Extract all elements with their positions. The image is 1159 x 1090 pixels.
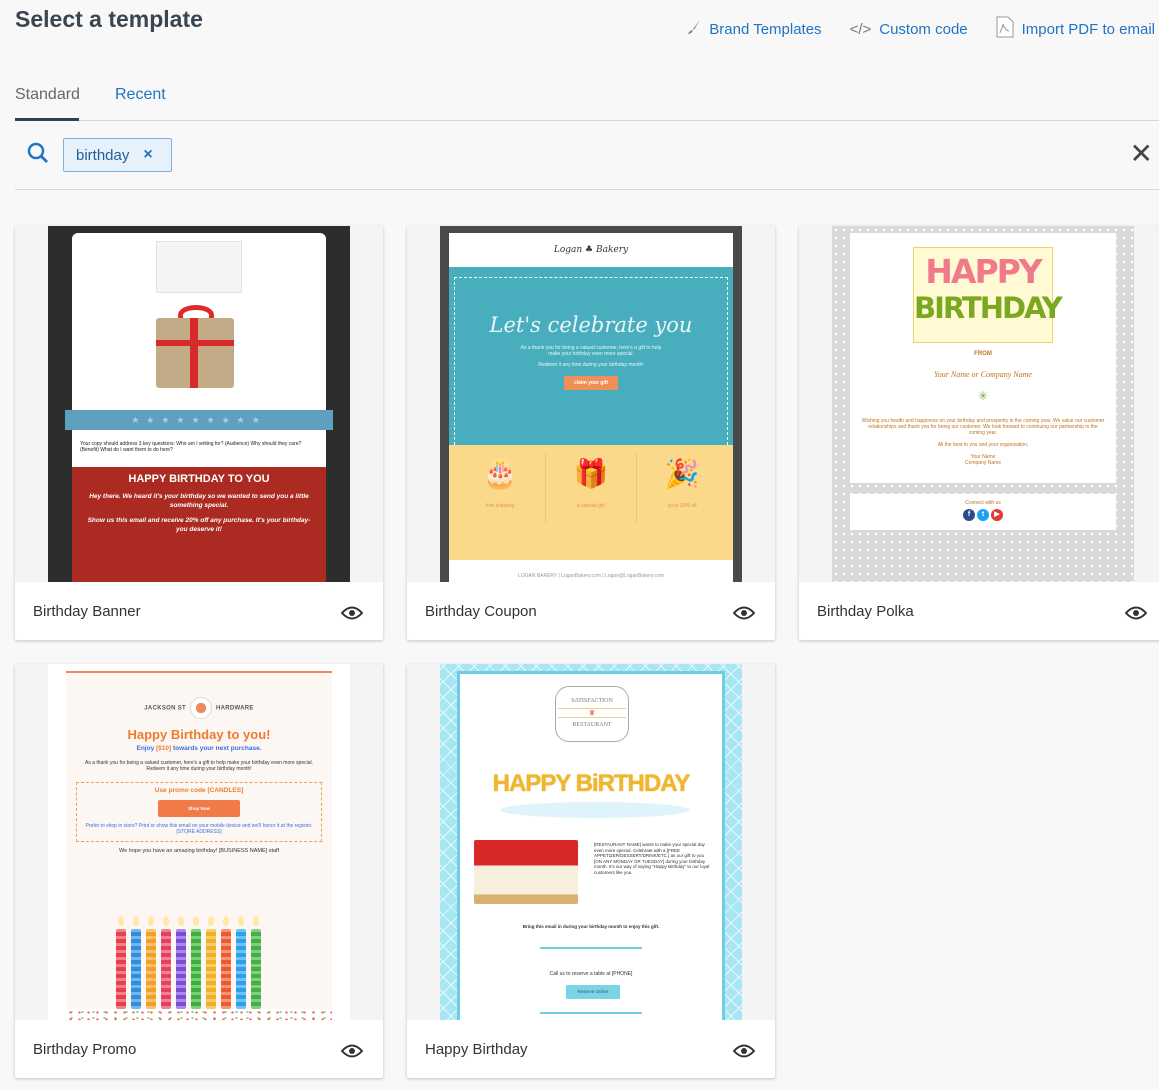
template-card-birthday-coupon[interactable]: Logan ♣ Bakery Let's celebrate you As a … xyxy=(407,226,775,640)
template-preview[interactable]: HAPPY BIRTHDAY FROM Your Name or Company… xyxy=(799,226,1159,582)
brand-templates-link[interactable]: Brand Templates xyxy=(687,19,822,39)
template-preview[interactable]: ★★★★★★★★★ Your copy should address 3 key… xyxy=(15,226,383,582)
template-card-birthday-polka[interactable]: HAPPY BIRTHDAY FROM Your Name or Company… xyxy=(799,226,1159,640)
template-preview[interactable]: SATISFACTION ♛ RESTAURANT HAPPY BiRTHDAY [… xyxy=(407,664,775,1020)
preview-copy: Your copy should address 3 key questions… xyxy=(80,441,302,453)
preview-button: Reserve Online xyxy=(566,985,620,999)
perk-label: up to 30% off xyxy=(667,503,697,509)
cake-icon: 🎂 xyxy=(482,458,518,489)
preview-text: Call us to reserve a table at [PHONE] xyxy=(549,971,633,977)
gift-icon: 🎁 xyxy=(573,458,609,489)
cheesecake-image xyxy=(474,840,578,904)
preview-footer: LOGAN BAKERY | LoganBakery.com | Logan@L… xyxy=(518,573,664,579)
preview-text: Hey there. We heard it's your birthday s… xyxy=(89,493,309,509)
import-pdf-link[interactable]: Import PDF to email xyxy=(996,16,1155,42)
preview-text: Bring this email in during your birthday… xyxy=(522,924,660,929)
preview-logo: Logan ♣ Bakery xyxy=(553,245,629,255)
candles-image xyxy=(116,916,261,1009)
brush-icon xyxy=(687,19,701,39)
tab-recent[interactable]: Recent xyxy=(115,86,166,121)
preview-heading: Happy Birthday to you! xyxy=(127,727,271,742)
twitter-icon: t xyxy=(977,509,989,521)
template-name: Happy Birthday xyxy=(425,1041,528,1058)
code-icon: </> xyxy=(849,20,872,38)
eye-icon[interactable] xyxy=(340,1044,364,1063)
restaurant-badge-logo: SATISFACTION ♛ RESTAURANT xyxy=(555,686,629,742)
preview-text: Your Name or Company Name xyxy=(934,370,1032,379)
star-strip: ★★★★★★★★★ xyxy=(65,410,333,430)
template-card-happy-birthday[interactable]: SATISFACTION ♛ RESTAURANT HAPPY BiRTHDAY [… xyxy=(407,664,775,1078)
preview-text: We hope you have an amazing birthday! [B… xyxy=(119,848,279,854)
preview-logo: JACKSON ST HARDWARE xyxy=(66,697,332,719)
template-name: Birthday Polka xyxy=(817,603,914,620)
remove-chip-icon[interactable]: × xyxy=(143,146,152,164)
gift-box-image xyxy=(156,318,234,388)
import-pdf-label: Import PDF to email xyxy=(1021,20,1155,38)
youtube-icon: ▶ xyxy=(991,509,1003,521)
clear-search-button[interactable]: ✕ xyxy=(1130,140,1153,168)
template-tabs: Standard Recent xyxy=(15,86,1159,121)
page-title: Select a template xyxy=(15,6,203,32)
preview-text: [RESTAURANT NAME] wants to make your spe… xyxy=(594,842,710,875)
perk-label: free shipping xyxy=(485,503,515,509)
preview-text: Connect with us xyxy=(965,500,1001,506)
preview-heading: HAPPY BiRTHDAY xyxy=(492,770,691,797)
template-name: Birthday Banner xyxy=(33,603,141,620)
template-name: Birthday Coupon xyxy=(425,603,537,620)
image-placeholder-icon xyxy=(156,241,242,293)
header-actions: Brand Templates </> Custom code Import P… xyxy=(687,16,1155,42)
chip-label: birthday xyxy=(76,146,130,164)
eye-icon[interactable] xyxy=(1124,606,1148,625)
preview-button: Shop Now xyxy=(158,800,240,817)
preview-text: FROM xyxy=(974,351,992,357)
preview-text: As a thank you for being a valued custom… xyxy=(84,760,314,772)
search-bar: birthday × ✕ xyxy=(15,121,1159,190)
eye-icon[interactable] xyxy=(340,606,364,625)
preview-text: Show us this email and receive 20% off a… xyxy=(87,517,311,533)
party-hat-icon: 🎉 xyxy=(664,458,700,489)
template-preview[interactable]: Logan ♣ Bakery Let's celebrate you As a … xyxy=(407,226,775,582)
search-icon[interactable] xyxy=(27,142,49,169)
perk-label: a special gift xyxy=(577,503,605,509)
custom-code-label: Custom code xyxy=(879,20,968,38)
preview-heading: HAPPY BIRTHDAY TO YOU xyxy=(128,473,270,485)
custom-code-link[interactable]: </> Custom code xyxy=(850,21,968,38)
birthday-card-image: HAPPY BIRTHDAY xyxy=(913,247,1063,343)
template-card-birthday-promo[interactable]: JACKSON ST HARDWARE Happy Birthday to you… xyxy=(15,664,383,1078)
pdf-file-icon xyxy=(996,16,1014,42)
sparkle-icon: ✳ xyxy=(977,389,989,403)
brand-templates-label: Brand Templates xyxy=(709,20,822,38)
eye-icon[interactable] xyxy=(732,1044,756,1063)
preview-text: Use promo code [CANDLES] xyxy=(154,787,244,794)
preview-text: Enjoy [$10] towards your next purchase. xyxy=(136,745,262,752)
preview-text: Prefer to shop in store? Print or show t… xyxy=(85,823,313,835)
eye-icon[interactable] xyxy=(732,606,756,625)
template-name: Birthday Promo xyxy=(33,1041,137,1058)
template-preview[interactable]: JACKSON ST HARDWARE Happy Birthday to you… xyxy=(15,664,383,1020)
facebook-icon: f xyxy=(963,509,975,521)
search-chip-birthday: birthday × xyxy=(63,138,172,172)
template-card-birthday-banner[interactable]: ★★★★★★★★★ Your copy should address 3 key… xyxy=(15,226,383,640)
tab-standard[interactable]: Standard xyxy=(15,86,80,121)
